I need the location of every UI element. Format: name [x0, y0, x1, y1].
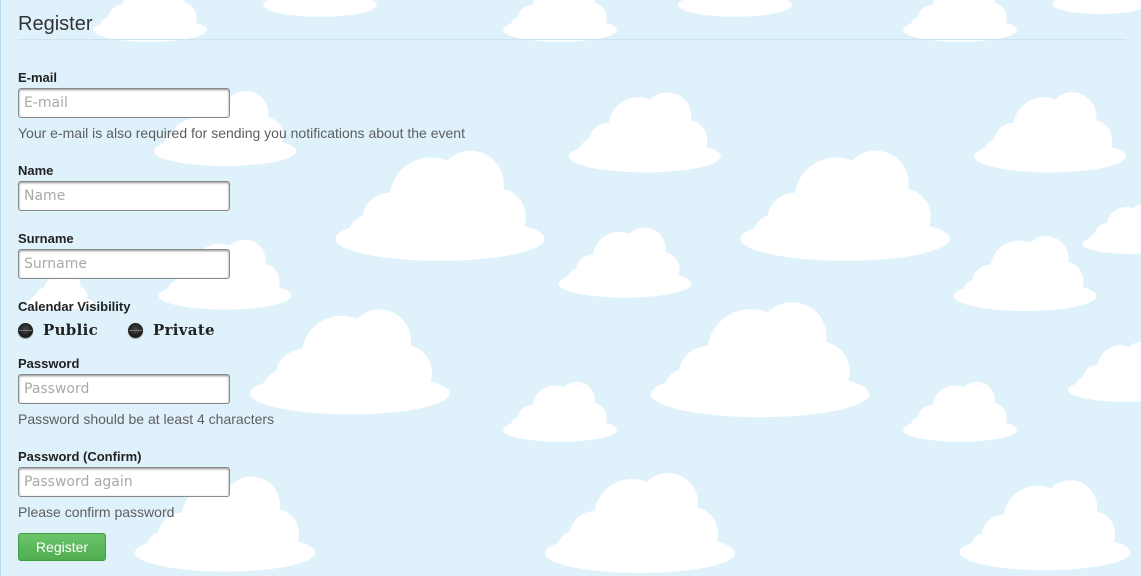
email-input[interactable] [18, 88, 230, 118]
password-confirm-label: Password (Confirm) [18, 449, 142, 464]
password-confirm-input[interactable] [18, 467, 230, 497]
password-confirm-help-text: Please confirm password [18, 504, 175, 520]
register-form: Register E-mail Your e-mail is also requ… [0, 0, 1142, 576]
calendar-visibility-label: Calendar Visibility [18, 299, 131, 314]
name-label: Name [18, 163, 54, 178]
name-input[interactable] [18, 181, 230, 211]
private-radio-label[interactable]: Private [153, 321, 215, 339]
private-radio-button[interactable] [128, 322, 144, 338]
public-radio-button[interactable] [18, 322, 33, 338]
title-divider [18, 39, 1126, 40]
calendar-visibility-radio-group: Public Private [18, 320, 215, 340]
email-help-text: Your e-mail is also required for sending… [18, 125, 465, 141]
password-label: Password [18, 356, 80, 371]
visibility-option-public[interactable]: Public [18, 321, 98, 339]
email-label: E-mail [18, 70, 58, 85]
password-help-text: Password should be at least 4 characters [18, 411, 275, 427]
form-title: Register [18, 13, 93, 35]
register-button[interactable]: Register [18, 533, 106, 561]
password-input[interactable] [18, 374, 230, 404]
public-radio-label[interactable]: Public [43, 321, 98, 339]
surname-label: Surname [18, 231, 74, 246]
visibility-option-private[interactable]: Private [128, 321, 215, 339]
surname-input[interactable] [18, 249, 230, 279]
